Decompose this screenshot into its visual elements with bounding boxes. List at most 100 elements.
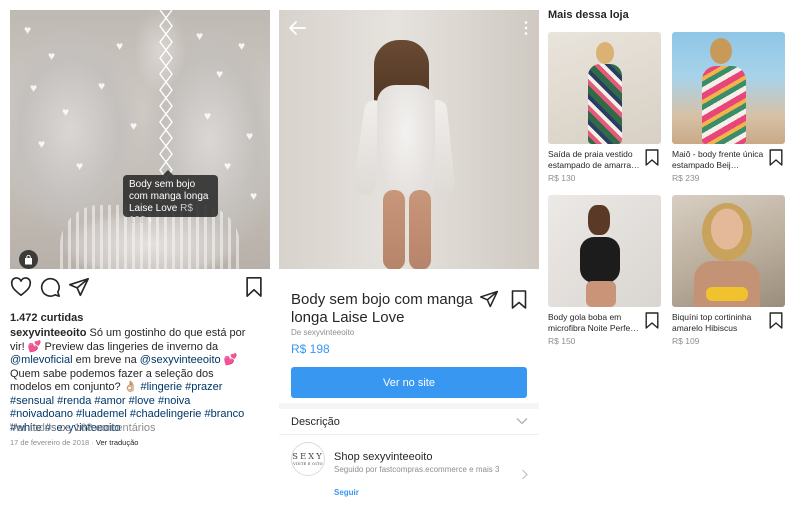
heart-pattern-decoration: ♥ [62, 105, 70, 119]
bookmark-icon[interactable] [645, 149, 659, 166]
heart-pattern-decoration: ♥ [76, 159, 84, 173]
shop-logo-text: SEXY [292, 451, 324, 462]
heart-pattern-decoration: ♥ [246, 129, 254, 143]
heart-icon[interactable] [10, 276, 32, 298]
like-count[interactable]: 1.472 curtidas [10, 312, 83, 324]
heart-pattern-decoration: ♥ [216, 67, 224, 81]
model-figure-decoration [409, 190, 431, 269]
product-detail-panel: Body sem bojo com manga longa Laise Love… [279, 10, 539, 507]
shop-logo-subtext: VINTE E OITO [293, 461, 323, 466]
shop-product-name: Maiô - body frente única estampado Beij… [672, 149, 764, 170]
caption-text: em breve na [72, 354, 140, 366]
bookmark-icon[interactable] [645, 312, 659, 329]
post-panel: ♥ ♥ ♥ ♥ ♥ ♥ ♥ ♥ ♥ ♥ ♥ ♥ ♥ ♥ ♥ ♥ Body sem… [10, 10, 270, 507]
shop-name[interactable]: Shop sexyvinteeoito [334, 451, 432, 463]
model-figure-decoration [702, 203, 752, 261]
bookmark-icon[interactable] [769, 149, 783, 166]
model-figure-decoration [377, 85, 435, 205]
shop-product-image[interactable] [548, 195, 661, 307]
heart-pattern-decoration: ♥ [250, 189, 258, 203]
shop-product-card[interactable]: Maiô - body frente única estampado Beij…… [672, 32, 785, 183]
section-divider [279, 434, 539, 435]
caption-mention[interactable]: @mlevoficial [10, 354, 73, 366]
seller-name[interactable]: sexyvinteeoito [303, 328, 354, 337]
product-info: Body sem bojo com manga longa Laise Love… [279, 269, 539, 401]
shop-product-name: Biquíni top cortininha amarelo Hibiscus [672, 312, 752, 333]
more-from-shop-panel: Mais dessa loja Saída de praia vestido e… [548, 0, 795, 507]
model-figure-decoration [706, 287, 748, 301]
model-figure-decoration [580, 237, 620, 283]
model-figure-decoration [588, 64, 622, 144]
caption-text: Preview das lingeries de inverno da [41, 340, 219, 353]
shop-product-image[interactable] [672, 32, 785, 144]
model-figure-decoration [702, 66, 746, 144]
shop-product-card[interactable]: Body gola boba em microfibra Noite Perfe… [548, 195, 661, 346]
meta-separator: · [89, 438, 96, 447]
shop-product-name: Body gola boba em microfibra Noite Perfe… [548, 312, 639, 333]
chevron-right-icon: › [148, 215, 152, 226]
seller-prefix: De [291, 328, 304, 337]
heart-pattern-decoration: ♥ [196, 29, 204, 43]
heart-pattern-decoration: ♥ [24, 23, 32, 37]
bookmark-icon[interactable] [769, 312, 783, 329]
bookmark-icon[interactable] [511, 290, 527, 309]
view-on-site-button[interactable]: Ver no site [291, 367, 527, 398]
shop-product-card[interactable]: Saída de praia vestido estampado de amar… [548, 32, 661, 183]
more-vertical-icon[interactable] [523, 20, 529, 36]
section-divider [279, 403, 539, 409]
model-figure-decoration [710, 38, 732, 64]
heart-pattern-decoration: ♥ [98, 79, 106, 93]
caption-emoji: 👌🏼 [123, 381, 138, 393]
chevron-right-icon[interactable] [521, 469, 528, 480]
shop-product-price: R$ 109 [672, 336, 700, 346]
caption-emoji: 💕 [27, 340, 42, 353]
post-date: 17 de fevereiro de 2018 [10, 438, 90, 447]
post-caption: sexyvinteeoito Só um gostinho do que est… [10, 327, 255, 435]
product-image[interactable] [279, 10, 539, 269]
chevron-down-icon[interactable] [516, 417, 528, 425]
shop-product-price: R$ 239 [672, 173, 700, 183]
shop-product-image[interactable] [672, 195, 785, 307]
caption-emoji: 💕 [220, 354, 238, 366]
heart-pattern-decoration: ♥ [130, 119, 138, 133]
seller-line: De sexyvinteeoito [291, 328, 354, 337]
shop-avatar[interactable]: SEXY VINTE E OITO [291, 442, 325, 476]
shop-product-price: R$ 130 [548, 173, 576, 183]
heart-pattern-decoration: ♥ [38, 137, 46, 151]
model-figure-decoration [588, 205, 610, 235]
bookmark-icon[interactable] [243, 276, 265, 298]
shopping-bag-icon[interactable] [19, 250, 38, 269]
product-price: R$ 198 [291, 342, 330, 356]
heart-pattern-decoration: ♥ [116, 39, 124, 53]
description-toggle[interactable]: Descrição [291, 416, 340, 428]
more-from-shop-title: Mais dessa loja [548, 9, 629, 21]
heart-pattern-decoration: ♥ [204, 109, 212, 123]
post-action-bar [10, 276, 270, 300]
model-figure-decoration [586, 281, 616, 307]
shop-product-name: Saída de praia vestido estampado de amar… [548, 149, 640, 170]
product-title: Body sem bojo com manga longa Laise Love [291, 291, 473, 326]
heart-pattern-decoration: ♥ [224, 159, 232, 173]
comment-icon[interactable] [39, 276, 61, 298]
shop-followers: Seguido por fastcompras.ecommerce e mais… [334, 465, 500, 474]
post-meta: 17 de fevereiro de 2018 · Ver tradução [10, 438, 138, 447]
heart-pattern-decoration: ♥ [48, 49, 56, 63]
view-all-comments-link[interactable]: Ver todos os 168 comentários [10, 422, 156, 434]
model-figure-decoration [596, 42, 614, 64]
product-tag[interactable]: Body sem bojo com manga longa Laise Love… [123, 170, 218, 226]
caption-username[interactable]: sexyvinteeoito [10, 327, 86, 339]
caption-mention[interactable]: @sexyvinteeoito [140, 354, 221, 366]
send-icon[interactable] [479, 289, 499, 309]
product-tag-name: Body sem bojo com manga longa Laise Love [129, 179, 209, 214]
shop-product-image[interactable] [548, 32, 661, 144]
heart-pattern-decoration: ♥ [30, 81, 38, 95]
model-figure-decoration [383, 190, 405, 269]
send-icon[interactable] [68, 276, 90, 298]
heart-pattern-decoration: ♥ [238, 39, 246, 53]
back-arrow-icon[interactable] [287, 18, 307, 38]
see-translation-link[interactable]: Ver tradução [96, 438, 139, 447]
post-image[interactable]: ♥ ♥ ♥ ♥ ♥ ♥ ♥ ♥ ♥ ♥ ♥ ♥ ♥ ♥ ♥ ♥ Body sem… [10, 10, 270, 269]
shop-product-card[interactable]: Biquíni top cortininha amarelo Hibiscus … [672, 195, 785, 346]
follow-button[interactable]: Seguir [334, 488, 359, 497]
shop-product-price: R$ 150 [548, 336, 576, 346]
